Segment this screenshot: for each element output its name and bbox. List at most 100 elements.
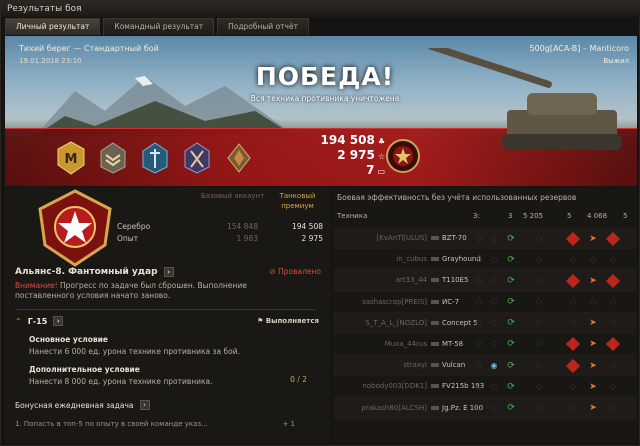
damage-icon[interactable] [605,273,621,288]
inactive-icon[interactable]: ◇ [488,254,500,265]
diamond-medal-icon[interactable] [223,139,255,177]
inactive-icon-glyph: ◇ [569,381,577,392]
spot-icon[interactable]: ⟳ [505,275,517,286]
earnings-row-xp: Опыт 1 983 2 975 [117,234,323,243]
inactive-icon[interactable]: ◇ [473,381,485,392]
sergeant-stripes-icon[interactable] [97,139,129,177]
spot-icon[interactable]: ⟳ [505,381,517,392]
crossed-medal-icon[interactable] [181,139,213,177]
spot-icon-glyph: ⟳ [507,254,515,265]
inactive-icon[interactable]: ◇ [567,254,579,265]
inactive-icon[interactable]: ◇ [587,297,599,308]
inactive-icon[interactable]: ◇ [567,318,579,329]
hit-icon[interactable]: ➤ [587,403,599,414]
inactive-icon[interactable]: ◇ [473,297,485,308]
table-row[interactable]: nobody003[DDK1] FV215b 183 ◇ ◇ ⟳ ◇ ◇ ➤ ◇ [333,376,637,398]
inactive-icon[interactable]: ◇ [473,254,485,265]
damage-icon[interactable] [565,358,581,373]
table-row[interactable]: art33_44 T110E5 ◇ ◇ ⟳ ◇ ➤ [333,270,637,292]
damage-icon[interactable] [605,337,621,352]
hit-icon[interactable]: ➤ [587,381,599,392]
task-title: Альянс-8. Фантомный удар [15,267,158,277]
window-title: Результаты боя [1,1,640,17]
inactive-icon[interactable]: ◇ [607,297,619,308]
spot-icon[interactable]: ⟳ [505,339,517,350]
table-row[interactable]: sashascrap[PREIS] ИС-7 ◇ ◇ ⟳ ◇ ◇ ◇ ◇ [333,292,637,313]
inactive-icon[interactable]: ◇ [607,360,619,371]
inactive-icon[interactable]: ◇ [567,403,579,414]
inactive-icon[interactable]: ◇ [533,275,545,286]
inactive-icon[interactable]: ◇ [607,381,619,392]
damage-icon[interactable] [565,231,581,246]
task-open-button[interactable]: › [163,267,174,277]
spot-icon-glyph: ⟳ [507,360,515,371]
inactive-icon-glyph: ◇ [490,297,498,308]
inactive-icon[interactable]: ◇ [488,339,500,350]
inactive-icon[interactable]: ◇ [533,254,545,265]
inactive-icon[interactable]: ◇ [473,403,485,414]
spot-icon[interactable]: ⟳ [505,318,517,329]
inactive-icon[interactable]: ◇ [488,275,500,286]
inactive-icon[interactable]: ◇ [488,233,500,244]
inactive-icon[interactable]: ◇ [533,360,545,371]
shield-medal-icon[interactable] [139,139,171,177]
inactive-icon[interactable]: ◇ [533,233,545,244]
inactive-icon[interactable]: ◇ [567,381,579,392]
spot-icon[interactable]: ⟳ [505,297,517,308]
inactive-icon[interactable]: ◇ [488,297,500,308]
inactive-icon[interactable]: ◇ [533,318,545,329]
player-name: [KvAnTl[ULUS] [376,234,427,243]
tab-team-result[interactable]: Командный результат [103,18,215,35]
inactive-icon[interactable]: ◇ [473,233,485,244]
personal-panel: Базовый аккаунт Танковый премиум Серебро… [5,187,331,443]
hit-icon[interactable]: ➤ [587,318,599,329]
spot-icon[interactable]: ⟳ [505,254,517,265]
table-row[interactable]: S_T_A_L_[NOZLO] Concept 5 ◇ ◇ ⟳ ◇ ◇ ➤ ◇ [333,312,637,334]
inactive-icon[interactable]: ◇ [607,254,619,265]
hit-icon[interactable]: ➤ [587,339,599,350]
inactive-icon[interactable]: ◇ [488,403,500,414]
inactive-icon[interactable]: ◇ [473,339,485,350]
spot-icon[interactable]: ⟳ [505,233,517,244]
vehicle-name: ИС-7 [431,298,459,306]
xp-star-icon: ☆ [377,152,385,161]
inactive-icon[interactable]: ◇ [533,339,545,350]
inactive-icon[interactable]: ◇ [488,318,500,329]
spot-icon[interactable]: ⟳ [505,360,517,371]
inactive-icon[interactable]: ◇ [533,403,545,414]
hit-icon[interactable]: ➤ [587,360,599,371]
inactive-icon[interactable]: ◇ [473,318,485,329]
tank-image [427,48,622,150]
operation-open-button[interactable]: › [53,316,64,326]
daily-task-open-button[interactable]: › [139,400,150,410]
table-row[interactable]: straxyi Vulcan ◇ ◉ ⟳ ◇ ➤ ◇ [333,355,637,377]
damage-icon[interactable] [565,337,581,352]
damage-icon[interactable] [565,273,581,288]
tab-personal-result[interactable]: Личный результат [5,18,101,35]
hit-icon[interactable]: ➤ [587,275,599,286]
task-section: Альянс-8. Фантомный удар › ⊘ Провалено В… [15,267,327,428]
hit-icon[interactable]: ➤ [587,233,599,244]
inactive-icon[interactable]: ◇ [533,381,545,392]
table-row[interactable]: in_cubus Grayhound ◇ ◇ ⟳ ◇ ◇ ◇ ◇ [333,249,637,271]
inactive-icon[interactable]: ◇ [587,254,599,265]
inactive-icon[interactable]: ◇ [567,297,579,308]
inactive-icon[interactable]: ◇ [607,403,619,414]
inactive-icon[interactable]: ◇ [488,381,500,392]
table-row[interactable]: prakash80[ALCSH] Jg.Pz. E 100 ◇ ◇ ⟳ ◇ ◇ ➤ ◇ [333,397,637,419]
damage-icon[interactable] [605,231,621,246]
mastery-badge-icon[interactable]: M [55,139,87,177]
inactive-icon[interactable]: ◇ [473,275,485,286]
player-name: prakash80[ALCSH] [361,403,427,412]
spot-icon[interactable]: ⟳ [505,403,517,414]
inactive-icon[interactable]: ◇ [473,360,485,371]
tab-detailed-report[interactable]: Подробный отчёт [217,18,309,35]
inactive-icon[interactable]: ◇ [607,318,619,329]
result-banner: Тихий берег — Стандартный бой 19.01.2018… [5,36,637,186]
assist-icon[interactable]: ◉ [488,360,500,371]
table-row[interactable]: [KvAnTl[ULUS] BZT-70 ◇ ◇ ⟳ ◇ ➤ [333,228,637,250]
table-row[interactable]: Muxa_44rus MT-58 ◇ ◇ ⟳ ◇ ➤ [333,334,637,356]
inactive-icon[interactable]: ◇ [533,297,545,308]
inactive-icon-glyph: ◇ [490,233,498,244]
inactive-icon-glyph: ◇ [609,297,617,308]
